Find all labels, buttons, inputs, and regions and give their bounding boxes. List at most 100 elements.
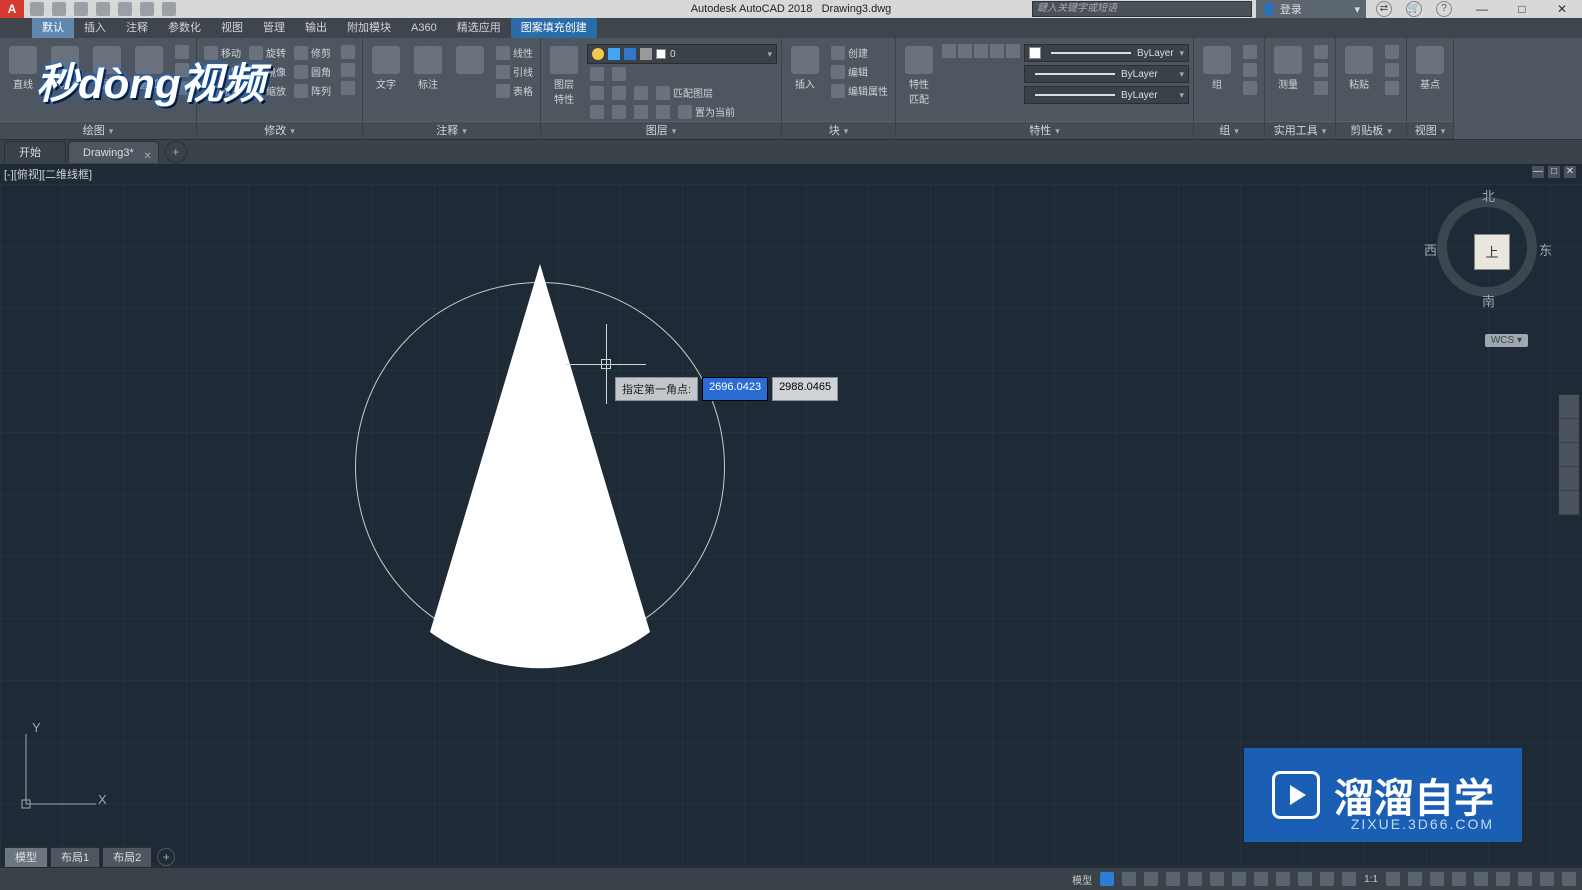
ribbon-bigbtn-9-0[interactable]: 基点 [1411,44,1449,93]
ribbon-smallbtn[interactable]: 编辑属性 [828,82,891,99]
layout-tab-1[interactable]: 布局1 [50,847,100,867]
ribbon-extra[interactable] [172,80,192,96]
ribbon-bigbtn-6-0[interactable]: 组 [1198,44,1236,93]
panel-title[interactable]: 修改 [197,121,362,139]
status-lockui-icon[interactable] [1474,872,1488,886]
new-tab-button[interactable]: + [165,141,187,163]
compass-west[interactable]: 西 [1424,240,1437,259]
ribbon-extra[interactable] [172,44,192,60]
status-model[interactable]: 模型 [1072,872,1092,887]
window-close[interactable]: ✕ [1542,0,1582,18]
status-otrack-icon[interactable] [1254,872,1268,886]
qat-open-icon[interactable] [52,2,66,16]
status-isodraft-icon[interactable] [1188,872,1202,886]
ribbon-tab-3[interactable]: 参数化 [158,18,211,38]
color-swatch[interactable] [1006,44,1020,58]
nav-showmotion-icon[interactable] [1559,491,1579,515]
app-logo[interactable]: A [0,0,24,18]
ribbon-extra[interactable] [1311,44,1331,60]
ribbon-smallbtn[interactable]: 移动 [201,44,244,61]
status-hardwareaccel-icon[interactable] [1518,872,1532,886]
ribbon-extra[interactable] [172,62,192,78]
viewport-minimize[interactable]: — [1532,166,1544,178]
ribbon-extra[interactable] [1382,62,1402,78]
ribbon-extra[interactable] [338,44,358,60]
layer-tool[interactable] [587,85,607,101]
qat-undo-icon[interactable] [140,2,154,16]
document-tab-0[interactable]: 开始 [4,141,66,163]
ribbon-tab-5[interactable]: 管理 [253,18,295,38]
qat-new-icon[interactable] [30,2,44,16]
status-annotation-icon[interactable] [1342,872,1356,886]
panel-title[interactable]: 实用工具 [1265,121,1335,139]
ribbon-tab-8[interactable]: A360 [401,18,447,38]
ribbon-extra[interactable] [1382,80,1402,96]
ribbon-extra[interactable] [338,62,358,78]
layer-tool[interactable] [609,66,629,82]
ribbon-smallbtn[interactable]: 阵列 [291,82,334,99]
cart-icon[interactable]: 🛒 [1406,1,1422,17]
ribbon-smallbtn[interactable]: 旋转 [246,44,289,61]
layer-tool[interactable]: 置为当前 [675,103,738,120]
viewcube-topface[interactable]: 上 [1474,234,1510,270]
ribbon-smallbtn[interactable]: 拉伸 [201,82,244,99]
status-polar-icon[interactable] [1166,872,1180,886]
panel-title[interactable]: 注释 [363,121,540,139]
panel-title[interactable]: 图层 [541,121,781,139]
ribbon-smallbtn[interactable]: 表格 [493,82,536,99]
layer-tool[interactable] [609,104,629,120]
layer-tool[interactable] [587,104,607,120]
ribbon-bigbtn-0-3[interactable]: 圆弧 [130,44,168,93]
color-swatch[interactable] [974,44,988,58]
property-dropdown-0[interactable]: ByLayer▾ [1024,44,1189,62]
status-cleanscreen-icon[interactable] [1540,872,1554,886]
status-transparency-icon[interactable] [1298,872,1312,886]
ribbon-smallbtn[interactable]: 缩放 [246,82,289,99]
viewport-restore[interactable]: □ [1548,166,1560,178]
layer-tool[interactable] [653,104,673,120]
ribbon-bigbtn-0-1[interactable]: 多段线 [46,44,84,93]
ribbon-bigbtn-0-2[interactable]: 圆 [88,44,126,93]
status-osnap-icon[interactable] [1210,872,1224,886]
ribbon-tab-0[interactable]: 默认 [32,18,74,38]
ribbon-smallbtn[interactable]: 修剪 [291,44,334,61]
ribbon-bigbtn-4-0[interactable]: 插入 [786,44,824,93]
ribbon-smallbtn[interactable]: 镜像 [246,63,289,80]
help-icon[interactable]: ? [1436,1,1452,17]
panel-title[interactable]: 剪贴板 [1336,121,1406,139]
ribbon-smallbtn[interactable]: 编辑 [828,63,871,80]
exchange-icon[interactable]: ⇄ [1376,1,1392,17]
status-quickprops-icon[interactable] [1452,872,1466,886]
ribbon-extra[interactable] [338,80,358,96]
search-input[interactable]: 鍵入关键字或短语 [1032,1,1252,17]
login-button[interactable]: 👤 登录 ▾ [1256,0,1366,18]
viewport-controls[interactable]: [-][俯视][二维线框] [4,166,92,182]
color-swatch[interactable] [942,44,956,58]
status-annotationmon-icon[interactable] [1408,872,1422,886]
panel-title[interactable]: 视图 [1407,121,1453,139]
ribbon-bigbtn-5-0[interactable]: 特性匹配 [900,44,938,108]
ribbon-tab-2[interactable]: 注释 [116,18,158,38]
qat-saveas-icon[interactable] [96,2,110,16]
ribbon-smallbtn[interactable]: 引线 [493,63,536,80]
status-3dosnap-icon[interactable] [1232,872,1246,886]
x-coordinate-input[interactable]: 2696.0423 [702,377,768,401]
layer-tool[interactable] [631,85,651,101]
ribbon-bigbtn-2-0[interactable]: 文字 [367,44,405,93]
panel-title[interactable]: 绘图 [0,121,196,139]
color-swatch[interactable] [990,44,1004,58]
nav-wheel-icon[interactable] [1559,395,1579,419]
status-cycling-icon[interactable] [1320,872,1334,886]
layer-dropdown[interactable]: 0▾ [587,44,777,64]
window-maximize[interactable]: □ [1502,0,1542,18]
status-lineweight-icon[interactable] [1276,872,1290,886]
ribbon-extra[interactable] [1311,62,1331,78]
wcs-dropdown[interactable]: WCS [1485,334,1528,347]
ribbon-bigbtn-0-0[interactable]: 直线 [4,44,42,93]
layer-tool[interactable] [609,85,629,101]
ribbon-extra[interactable] [1311,80,1331,96]
layer-tool[interactable] [631,104,651,120]
viewport-close[interactable]: ✕ [1564,166,1576,178]
compass-north[interactable]: 北 [1482,186,1495,205]
ribbon-smallbtn[interactable]: 复制 [201,63,244,80]
